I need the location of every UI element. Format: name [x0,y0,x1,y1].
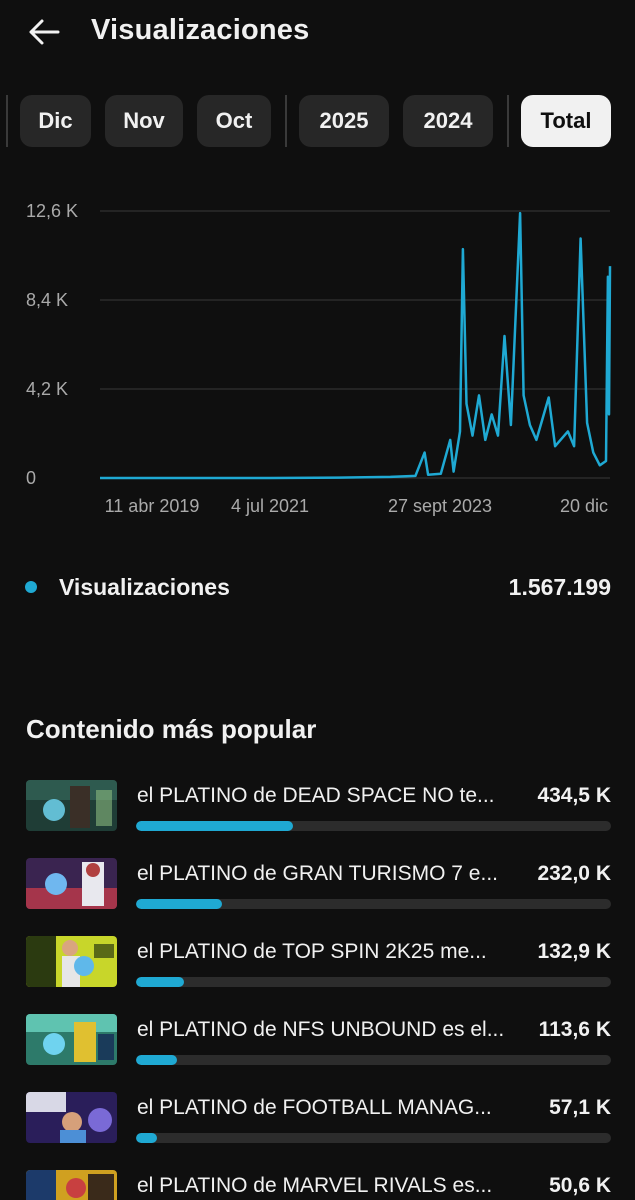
page-title: Visualizaciones [91,14,310,46]
chip-divider [507,95,509,147]
video-title: el PLATINO de TOP SPIN 2K25 me... [137,940,487,963]
views-share-fill [136,1055,178,1065]
arrow-left-icon [29,19,60,45]
chip-oct[interactable]: Oct [197,95,271,147]
views-share-bar [136,1133,611,1143]
list-item[interactable]: el PLATINO de FOOTBALL MANAG... 57,1 K [0,1090,635,1150]
y-tick-label: 12,6 K [26,201,78,221]
list-item[interactable]: el PLATINO de MARVEL RIVALS es... 50,6 K [0,1168,635,1200]
video-title: el PLATINO de MARVEL RIVALS es... [137,1174,493,1197]
chip-total[interactable]: Total [521,95,611,147]
list-item[interactable]: el PLATINO de GRAN TURISMO 7 e... 232,0 … [0,856,635,916]
chip-label: 2025 [319,108,369,133]
list-item[interactable]: el PLATINO de NFS UNBOUND es el... 113,6… [0,1012,635,1072]
x-tick-label: 20 dic [560,496,608,516]
video-title: el PLATINO de NFS UNBOUND es el... [137,1018,505,1041]
views-series-line [100,211,612,480]
x-tick-label: 11 abr 2019 [105,496,200,516]
views-summary: Visualizaciones 1.567.199 [0,568,635,608]
chip-2025[interactable]: 2025 [299,95,389,147]
views-share-bar [136,1055,611,1065]
legend-dot [25,581,37,593]
chip-dic[interactable]: Dic [20,95,91,147]
total-views-value: 1.567.199 [508,574,611,600]
views-chart: 12,6 K 8,4 K 4,2 K 0 11 abr 2019 4 jul 2021 27… [0,190,635,530]
video-thumbnail [26,780,117,831]
app-header: Visualizaciones [0,0,635,64]
chip-nov[interactable]: Nov [105,95,183,147]
views-line-chart: 12,6 K 8,4 K 4,2 K 0 11 abr 2019 4 jul 2021 27… [26,201,612,516]
video-views: 132,9 K [537,940,611,963]
views-share-bar [136,899,611,909]
x-tick-label: 4 jul 2021 [231,496,309,516]
views-share-bar [136,977,611,987]
list-item[interactable]: el PLATINO de DEAD SPACE NO te... 434,5 … [0,778,635,838]
video-thumbnail [26,1092,117,1143]
chip-label: Dic [38,108,73,133]
video-thumbnail [26,936,117,987]
list-item[interactable]: el PLATINO de TOP SPIN 2K25 me... 132,9 … [0,934,635,994]
legend-label: Visualizaciones [59,574,230,600]
chip-divider [285,95,287,147]
video-title: el PLATINO de DEAD SPACE NO te... [137,784,495,807]
views-share-fill [136,899,222,909]
video-thumbnail [26,1014,117,1065]
chip-label: Oct [215,108,253,133]
x-tick-label: 27 sept 2023 [388,496,492,516]
chip-label: Total [540,108,592,133]
video-views: 50,6 K [549,1174,611,1197]
video-views: 232,0 K [537,862,611,885]
video-title: el PLATINO de FOOTBALL MANAG... [137,1096,492,1119]
y-tick-label: 4,2 K [26,379,68,399]
views-share-fill [136,1133,157,1143]
views-share-fill [136,821,293,831]
views-share-bar [136,821,611,831]
video-thumbnail [26,1170,117,1200]
period-chip-bar: Dic Nov Oct 2025 2024 Total [0,95,635,147]
section-title-popular: Contenido más popular [26,714,317,744]
y-tick-label: 8,4 K [26,290,68,310]
video-views: 57,1 K [549,1096,611,1119]
video-views: 434,5 K [537,784,611,807]
video-title: el PLATINO de GRAN TURISMO 7 e... [137,862,498,885]
chip-label: 2024 [423,108,473,133]
video-views: 113,6 K [538,1018,611,1041]
chip-divider [6,95,8,147]
chip-label: Nov [123,108,165,133]
views-share-fill [136,977,184,987]
chip-2024[interactable]: 2024 [403,95,493,147]
y-tick-label: 0 [26,468,36,488]
video-thumbnail [26,858,117,909]
back-button[interactable] [22,12,66,52]
